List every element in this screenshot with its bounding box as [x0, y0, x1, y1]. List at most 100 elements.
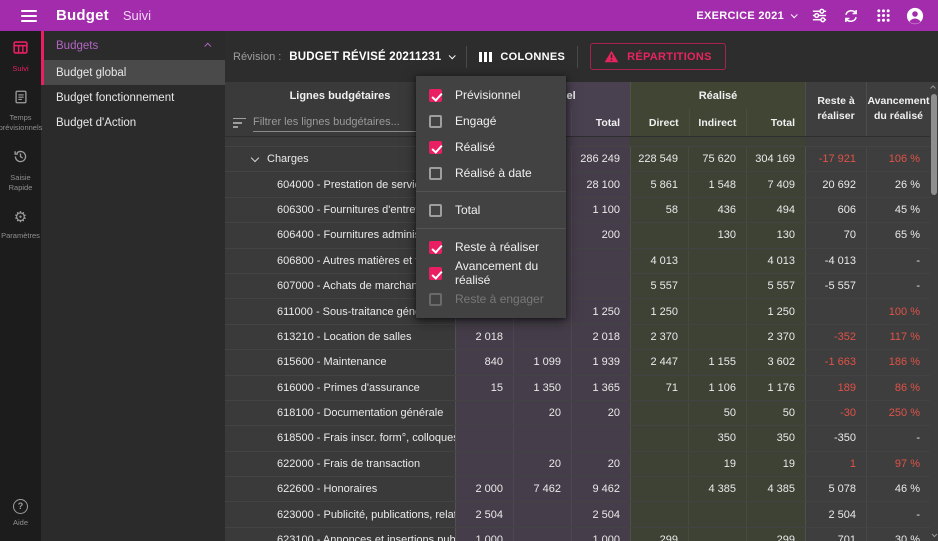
row-label: 622600 - Honoraires [225, 477, 455, 502]
row-value: 1 100 [571, 197, 630, 223]
table-row[interactable]: 616000 - Primes d'assurance 15 1 350 1 365 7… [225, 375, 930, 401]
table-row[interactable]: 622000 - Frais de transaction 20 20 19 19 1 97… [225, 451, 930, 478]
sidebar-item-saisie-rapide[interactable]: Saisie Rapide [0, 140, 41, 200]
exercice-selector[interactable]: EXERCICE 2021 [696, 9, 798, 22]
checkbox-unchecked-icon[interactable] [429, 166, 442, 180]
checkbox-unchecked-icon[interactable] [429, 114, 442, 128]
menu-item-total[interactable]: Total [416, 197, 566, 223]
menu-item-r-alis-[interactable]: Réalisé [416, 134, 566, 160]
row-value: 15 [455, 375, 513, 400]
menu-item-pr-visionnel[interactable]: Prévisionnel [416, 82, 566, 108]
row-value [630, 477, 688, 502]
chevron-down-icon [790, 11, 798, 19]
row-value: 28 100 [571, 172, 630, 197]
row-value: 20 [571, 400, 630, 426]
menu-item-label: Réalisé [455, 140, 496, 154]
row-value: 228 549 [630, 147, 688, 172]
row-value: 840 [455, 350, 513, 375]
table-row[interactable]: 604000 - Prestation de services 28 100 5 8… [225, 172, 930, 198]
reste-a-realiser-column-header: Reste à réaliser [805, 82, 866, 136]
row-value: -350 [805, 426, 866, 451]
table-row[interactable]: 623100 - Annonces et insertions publicit… [225, 527, 930, 541]
table-row[interactable]: 623000 - Publicité, publications, relati… [225, 502, 930, 528]
exercice-label: EXERCICE 2021 [696, 9, 784, 22]
icon-rail: Suivi Temps prévisionnels Saisie Rapide ⚙ Pa… [0, 31, 42, 541]
menu-item-r-alis-date[interactable]: Réalisé à date [416, 160, 566, 186]
colonnes-button[interactable]: COLONNES [479, 51, 565, 63]
top-bar: Budget Suivi EXERCICE 2021 [0, 0, 938, 31]
row-value: 71 [630, 375, 688, 400]
tune-icon[interactable] [810, 7, 828, 25]
row-value: -5 557 [805, 273, 866, 299]
row-value: 20 692 [805, 172, 866, 197]
table-row[interactable]: 622600 - Honoraires 2 000 7 462 9 462 4 385 4… [225, 477, 930, 503]
row-value: - [866, 426, 930, 451]
checkbox-unchecked-icon[interactable] [429, 203, 442, 217]
sidebar-item-param-tres[interactable]: ⚙ Paramètres [0, 200, 41, 248]
row-value: 106 % [866, 147, 930, 172]
menu-item-reste-r-aliser[interactable]: Reste à réaliser [416, 234, 566, 260]
row-value: 4 013 [746, 248, 805, 273]
row-value: -352 [805, 324, 866, 350]
checkbox-checked-icon[interactable] [429, 88, 442, 102]
table-row[interactable]: 611000 - Sous-traitance générale 1 250 1 2… [225, 299, 930, 325]
sync-icon[interactable] [842, 7, 860, 25]
row-value: 1 250 [630, 299, 688, 324]
row-value: 494 [746, 197, 805, 223]
row-value: 1 176 [746, 375, 805, 400]
menu-item-label: Prévisionnel [455, 88, 521, 102]
row-value: 46 % [866, 477, 930, 502]
row-value: 19 [746, 451, 805, 477]
table-row[interactable]: 618500 - Frais inscr. form°, colloques e… [225, 426, 930, 452]
row-label: 616000 - Primes d'assurance [225, 375, 455, 400]
row-value: 350 [688, 426, 746, 451]
sidebar-item-temps-pr-visionnels[interactable]: Temps prévisionnels [0, 81, 42, 140]
repartitions-button[interactable]: RÉPARTITIONS [590, 43, 726, 70]
checkbox-checked-icon[interactable] [429, 240, 442, 254]
menu-item-engag-[interactable]: Engagé [416, 108, 566, 134]
table-row[interactable]: 606300 - Fournitures d'entretien et 1 100… [225, 197, 930, 224]
row-value: -1 663 [805, 350, 866, 375]
table-row[interactable]: 615600 - Maintenance 840 1 099 1 939 2 447 1 … [225, 350, 930, 376]
table-row[interactable]: 606800 - Autres matières et fourni 4 013 4… [225, 248, 930, 274]
table-row[interactable]: 606400 - Fournitures administrativ 200 130… [225, 223, 930, 249]
hamburger-menu-icon[interactable] [21, 9, 37, 22]
menu-item-avancement-du-r-alis-[interactable]: Avancement du réalisé [416, 259, 566, 287]
sidebar-item-budget-global[interactable]: Budget global [41, 60, 225, 85]
sidebar-item-budget-d-action[interactable]: Budget d'Action [41, 110, 225, 135]
app-window: Budget Suivi EXERCICE 2021 Suivi Temps p… [0, 0, 938, 541]
vertical-scrollbar[interactable] [930, 82, 938, 541]
account-icon[interactable] [906, 7, 924, 25]
table-row[interactable]: Charges 286 249 228 549 75 620 304 169 -17 92… [225, 147, 930, 173]
revision-selector[interactable]: BUDGET RÉVISÉ 20211231 [289, 50, 457, 63]
revision-value: BUDGET RÉVISÉ 20211231 [289, 50, 442, 63]
row-value: 436 [688, 197, 746, 223]
row-value: 286 249 [571, 147, 630, 172]
row-value: 1 939 [571, 350, 630, 375]
row-value: 5 861 [630, 172, 688, 197]
row-label: 618100 - Documentation générale [225, 400, 455, 426]
table-row[interactable]: 613210 - Location de salles 2 018 2 018 2 3… [225, 324, 930, 351]
row-label: 623000 - Publicité, publications, relati… [225, 502, 455, 527]
toolbar: Révision : BUDGET RÉVISÉ 20211231 COLONN… [225, 31, 938, 82]
scroll-up-arrow-icon[interactable] [930, 83, 938, 93]
sidebar-section-budgets[interactable]: Budgets [41, 31, 225, 60]
row-value: 701 [805, 527, 866, 541]
scrollbar-thumb[interactable] [931, 94, 937, 195]
checkbox-checked-icon[interactable] [429, 266, 442, 280]
row-value: 1 000 [571, 527, 630, 541]
table-row[interactable]: 618100 - Documentation générale 20 20 50 50-… [225, 400, 930, 427]
apps-grid-icon[interactable] [874, 7, 892, 25]
row-value: 606 [805, 197, 866, 223]
chevron-down-icon[interactable] [250, 153, 260, 162]
sidebar-item-aide[interactable]: ? Aide [0, 490, 41, 535]
row-value: 1 099 [513, 350, 571, 375]
table-row[interactable]: 607000 - Achats de marchandises 5 557 5 55… [225, 273, 930, 300]
sidebar-item-suivi[interactable]: Suivi [0, 31, 41, 81]
row-value [688, 248, 746, 273]
row-value: 1 155 [688, 350, 746, 375]
sidebar-item-budget-fonctionnement[interactable]: Budget fonctionnement [41, 85, 225, 110]
scroll-down-arrow-icon[interactable] [930, 530, 938, 540]
row-value: 5 557 [630, 273, 688, 299]
checkbox-checked-icon[interactable] [429, 140, 442, 154]
